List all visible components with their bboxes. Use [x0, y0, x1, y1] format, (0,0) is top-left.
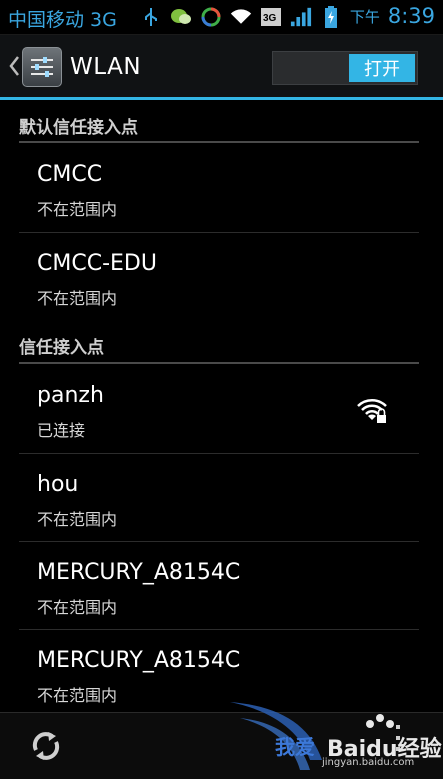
carrier-label: 中国移动 3G [8, 9, 117, 31]
network-status: 不在范围内 [37, 289, 118, 308]
signal-icon [290, 6, 312, 28]
list-item[interactable]: hou 不在范围内 [0, 454, 443, 542]
toggle-on-label[interactable]: 打开 [349, 54, 415, 82]
3g-icon: 3G [260, 6, 282, 28]
network-name: CMCC-EDU [37, 251, 157, 276]
section-divider [19, 362, 419, 364]
action-bar: WLAN 打开 [0, 35, 443, 97]
ampm-label: 下午 [349, 7, 380, 26]
usb-icon [140, 6, 162, 28]
network-name: MERCURY_A8154C [37, 560, 241, 585]
chat-icon [170, 6, 192, 28]
network-status: 已连接 [37, 421, 86, 440]
sync-icon [200, 6, 222, 28]
list-item[interactable]: CMCC 不在范围内 [0, 144, 443, 232]
clock: 8:39 [387, 4, 435, 28]
action-bar-divider [0, 97, 443, 100]
clock-area: 下午 8:39 [350, 4, 435, 28]
wifi-lock-icon [357, 399, 387, 423]
page-title: WLAN [70, 54, 142, 80]
network-name: panzh [37, 383, 104, 408]
network-status: 不在范围内 [37, 598, 118, 617]
wlan-toggle[interactable]: 打开 [272, 51, 418, 85]
network-name: CMCC [37, 162, 103, 187]
list-item[interactable]: CMCC-EDU 不在范围内 [0, 233, 443, 321]
wifi-icon [230, 6, 252, 28]
svg-text:3G: 3G [263, 13, 277, 24]
settings-app-icon[interactable] [22, 47, 62, 87]
section-header-default: 默认信任接入点 [19, 118, 138, 138]
network-status: 不在范围内 [37, 686, 118, 705]
list-item[interactable]: MERCURY_A8154C 不在范围内 [0, 630, 443, 718]
list-item[interactable]: MERCURY_A8154C 不在范围内 [0, 542, 443, 630]
watermark-url: jingyan.baidu.com [322, 757, 415, 768]
watermark-text: 我爱 [275, 735, 315, 759]
battery-icon [320, 6, 342, 28]
list-item[interactable]: panzh 已连接 [0, 365, 443, 453]
network-name: hou [37, 472, 79, 497]
status-bar: 中国移动 3G 3G 下午 8:39 [0, 0, 443, 35]
network-status: 不在范围内 [37, 200, 118, 219]
section-header-trusted: 信任接入点 [19, 338, 104, 358]
section-divider [19, 141, 419, 143]
refresh-icon[interactable] [28, 728, 64, 764]
status-icons: 3G [140, 6, 342, 28]
network-name: MERCURY_A8154C [37, 648, 241, 673]
back-arrow-icon[interactable] [8, 55, 20, 77]
network-status: 不在范围内 [37, 510, 118, 529]
